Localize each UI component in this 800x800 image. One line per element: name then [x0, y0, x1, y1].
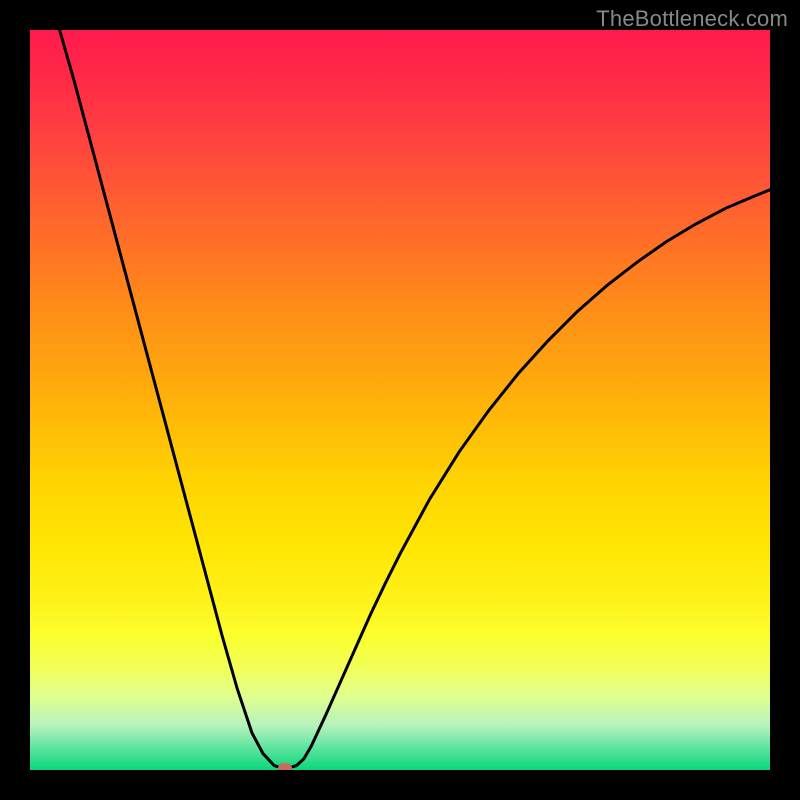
chart-frame: TheBottleneck.com [0, 0, 800, 800]
bottleneck-curve [60, 30, 770, 768]
watermark-text: TheBottleneck.com [596, 6, 788, 32]
marker-dot [278, 763, 292, 770]
plot-area [30, 30, 770, 770]
curve-svg [30, 30, 770, 770]
